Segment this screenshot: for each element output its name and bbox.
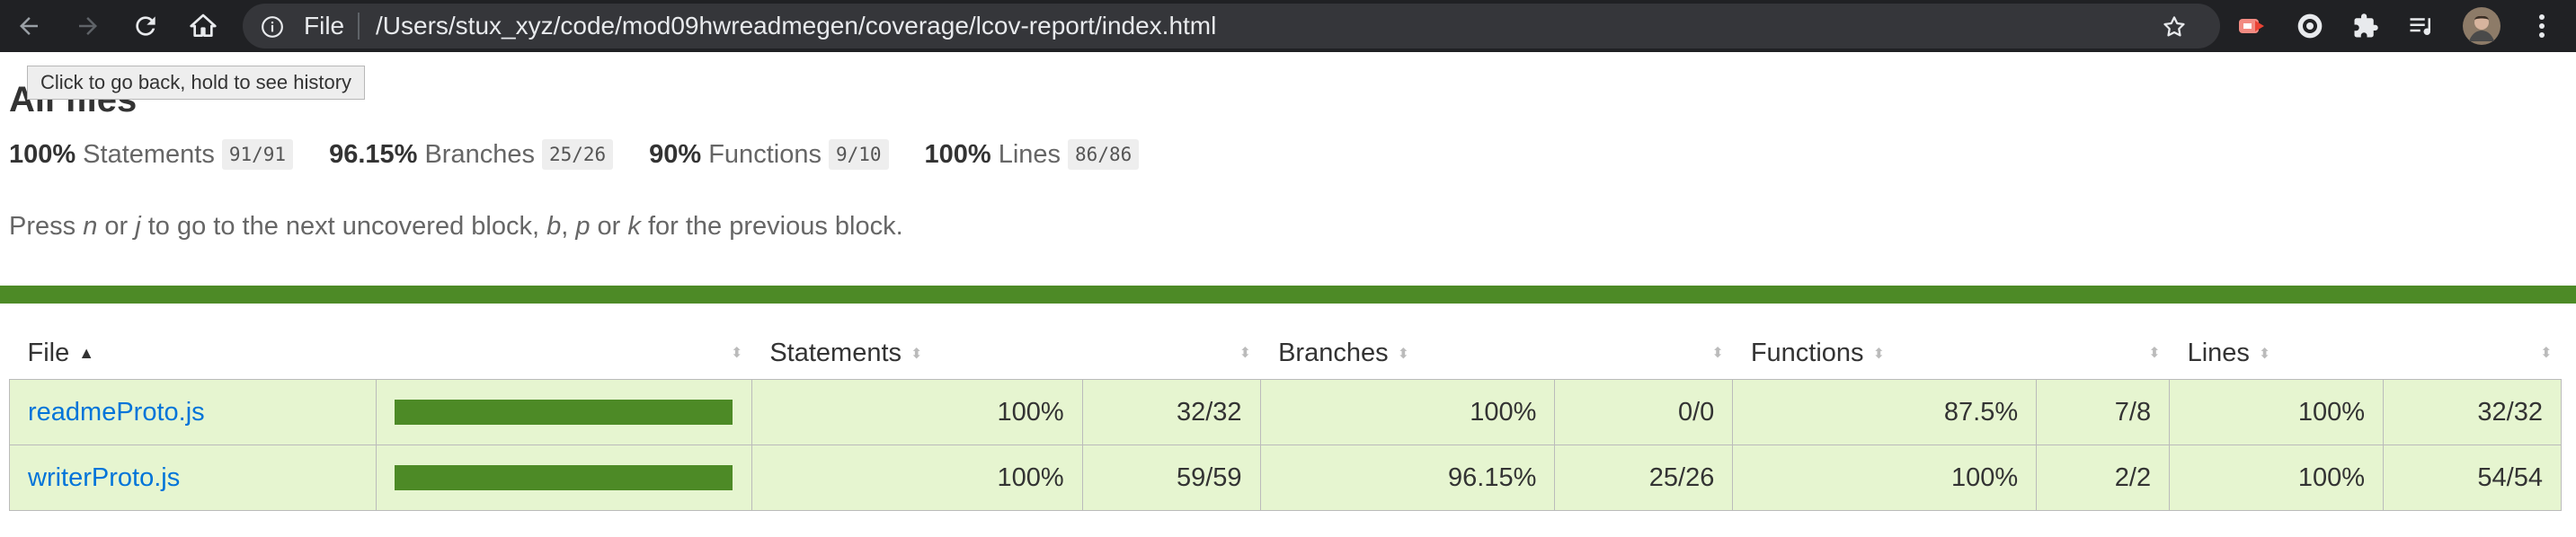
statements-abs: 32/32 xyxy=(1081,379,1261,445)
header-branches[interactable]: Branches ⬍ ⬍ xyxy=(1260,327,1733,380)
summary-branches: 96.15% Branches 25/26 xyxy=(329,139,614,170)
back-button-tooltip: Click to go back, hold to see history xyxy=(27,66,366,100)
sort-icon: ⬍ xyxy=(910,346,923,362)
media-queue-icon[interactable] xyxy=(2405,10,2438,42)
summary-lines: 100% Lines 86/86 xyxy=(925,139,1140,170)
summary-label: Statements xyxy=(83,139,215,169)
functions-abs: 2/2 xyxy=(2036,445,2171,511)
keyboard-hint: Press n or j to go to the next uncovered… xyxy=(9,212,903,242)
coverage-bar-fill xyxy=(394,465,733,490)
header-label: Lines xyxy=(2187,338,2250,367)
hint-key: b xyxy=(546,212,562,241)
coverage-table: File ▲ ⬍ Statements ⬍ ⬍ Branches ⬍ ⬍ Function… xyxy=(9,327,2563,511)
summary-label: Branches xyxy=(424,139,535,169)
sort-icon: ⬍ xyxy=(2148,346,2161,361)
summary-pct: 100% xyxy=(9,139,76,169)
url-text[interactable]: /Users/stux_xyz/code/mod09hwreadmegen/co… xyxy=(376,13,1216,39)
hint-key: k xyxy=(627,212,641,241)
functions-pct: 100% xyxy=(1732,445,2038,511)
lines-pct: 100% xyxy=(2169,445,2384,511)
header-coverage-bar[interactable]: ⬍ xyxy=(376,327,751,380)
browser-toolbar: File /Users/stux_xyz/code/mod09hwreadmeg… xyxy=(0,0,2576,52)
hint-text: for the previous block. xyxy=(640,212,903,241)
summary-label: Functions xyxy=(708,139,822,169)
table-row: writerProto.js 100% 59/59 96.15% 25/26 1… xyxy=(9,445,2563,511)
lines-abs: 32/32 xyxy=(2382,379,2563,445)
sort-icon: ⬍ xyxy=(1872,346,1885,362)
sort-icon: ⬍ xyxy=(1397,346,1409,362)
header-label: File xyxy=(27,338,70,367)
header-label: Functions xyxy=(1750,338,1864,367)
header-file[interactable]: File ▲ xyxy=(10,327,377,380)
sort-asc-icon: ▲ xyxy=(78,344,95,363)
branches-abs: 0/0 xyxy=(1554,379,1734,445)
statements-abs: 59/59 xyxy=(1081,445,1261,511)
summary-pct: 96.15% xyxy=(329,139,418,169)
header-label: Statements xyxy=(769,338,902,367)
hint-text: , xyxy=(561,212,576,241)
extension-icon[interactable] xyxy=(2236,10,2269,42)
file-link[interactable]: writerProto.js xyxy=(28,463,180,492)
scheme-label: File xyxy=(304,12,345,40)
statements-pct: 100% xyxy=(751,379,1083,445)
summary-functions: 90% Functions 9/10 xyxy=(649,139,889,170)
sort-icon: ⬍ xyxy=(2258,346,2271,362)
extension-icon[interactable] xyxy=(2294,10,2326,42)
star-icon[interactable] xyxy=(2161,13,2188,45)
file-cell: readmeProto.js xyxy=(9,379,377,445)
avatar[interactable] xyxy=(2463,7,2500,45)
hint-text: or xyxy=(97,212,136,241)
file-cell: writerProto.js xyxy=(9,445,377,511)
coverage-bar xyxy=(394,465,733,490)
address-bar[interactable]: File /Users/stux_xyz/code/mod09hwreadmeg… xyxy=(243,4,2220,48)
coverage-bar xyxy=(394,400,733,425)
functions-pct: 87.5% xyxy=(1732,379,2038,445)
coverage-bar-cell xyxy=(375,445,752,511)
coverage-bar-cell xyxy=(375,379,752,445)
summary-fraction: 25/26 xyxy=(541,139,614,170)
branches-abs: 25/26 xyxy=(1554,445,1734,511)
summary-fraction: 9/10 xyxy=(828,139,889,170)
summary-pct: 100% xyxy=(924,139,991,169)
header-functions[interactable]: Functions ⬍ ⬍ xyxy=(1733,327,2170,380)
coverage-status-line xyxy=(0,286,2576,304)
sort-icon: ⬍ xyxy=(730,346,743,361)
sort-icon: ⬍ xyxy=(2540,346,2553,361)
puzzle-icon[interactable] xyxy=(2349,10,2382,42)
info-icon[interactable] xyxy=(261,15,284,43)
statements-pct: 100% xyxy=(751,445,1083,511)
summary-label: Lines xyxy=(998,139,1061,169)
reload-icon[interactable] xyxy=(122,5,169,47)
scheme-divider xyxy=(358,13,360,40)
summary-fraction: 86/86 xyxy=(1068,139,1140,170)
home-icon[interactable] xyxy=(180,5,227,47)
header-statements[interactable]: Statements ⬍ ⬍ xyxy=(751,327,1260,380)
lines-pct: 100% xyxy=(2169,379,2384,445)
hint-text: Press xyxy=(9,212,84,241)
hint-key: p xyxy=(575,212,591,241)
hint-text: or xyxy=(590,212,628,241)
header-lines[interactable]: Lines ⬍ ⬍ xyxy=(2170,327,2562,380)
file-link[interactable]: readmeProto.js xyxy=(28,398,205,427)
table-row: readmeProto.js 100% 32/32 100% 0/0 87.5%… xyxy=(9,379,2563,445)
coverage-bar-fill xyxy=(394,400,733,425)
summary-pct: 90% xyxy=(649,139,702,169)
coverage-summary: 100% Statements 91/91 96.15% Branches 25… xyxy=(9,139,1140,170)
forward-icon[interactable] xyxy=(65,5,111,47)
header-label: Branches xyxy=(1278,338,1389,367)
table-header-row: File ▲ ⬍ Statements ⬍ ⬍ Branches ⬍ ⬍ Function… xyxy=(10,327,2562,380)
back-icon[interactable] xyxy=(5,5,52,47)
hint-text: to go to the next uncovered block, xyxy=(140,212,547,241)
functions-abs: 7/8 xyxy=(2036,379,2171,445)
branches-pct: 100% xyxy=(1259,379,1556,445)
sort-icon: ⬍ xyxy=(1711,346,1724,361)
branches-pct: 96.15% xyxy=(1259,445,1556,511)
sort-icon: ⬍ xyxy=(1239,346,1252,361)
hint-key: n xyxy=(83,212,98,241)
summary-statements: 100% Statements 91/91 xyxy=(9,139,294,170)
summary-fraction: 91/91 xyxy=(221,139,294,170)
more-icon[interactable] xyxy=(2526,10,2558,42)
lines-abs: 54/54 xyxy=(2382,445,2563,511)
